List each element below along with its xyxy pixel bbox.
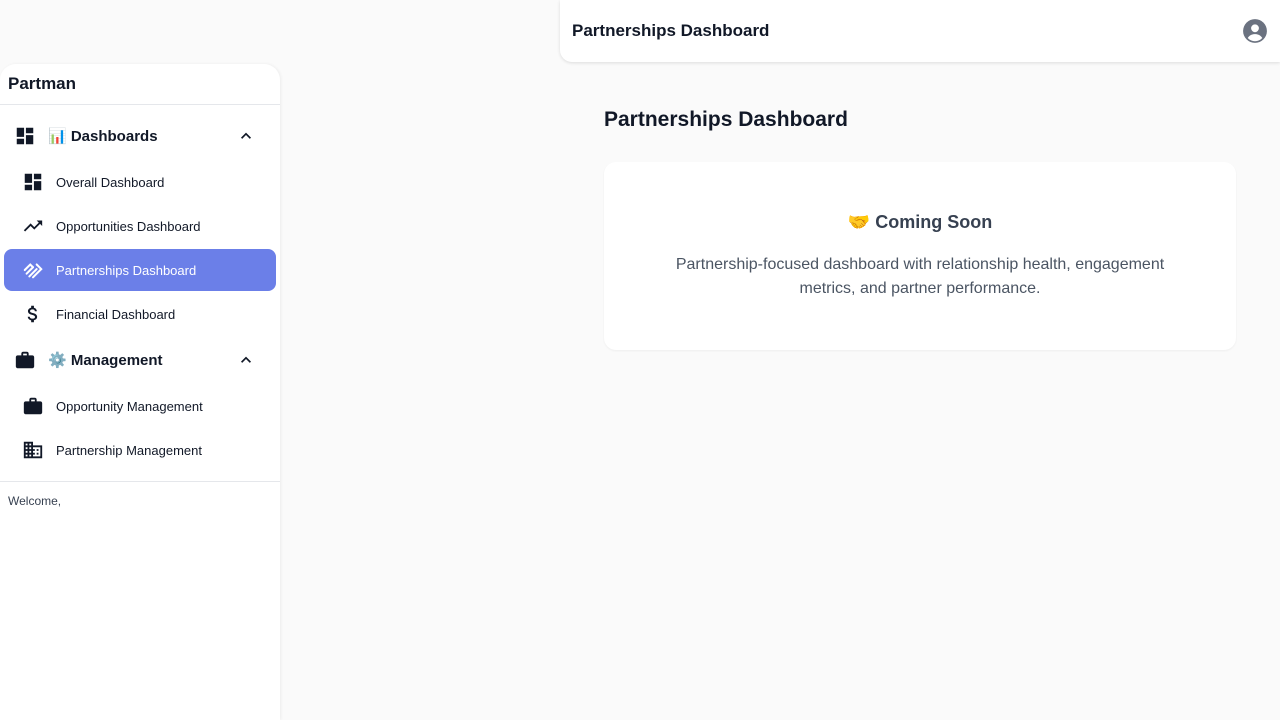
sidebar-nav: 📊 Dashboards Overall Dashboard Opportuni… [0,105,280,481]
dashboard-icon [22,171,44,193]
welcome-text: Welcome, [0,481,280,520]
account-circle-icon [1243,19,1267,43]
building-icon [22,439,44,461]
chevron-up-icon[interactable] [236,350,256,370]
chevron-up-icon[interactable] [236,126,256,146]
app-bar: Partnerships Dashboard [560,0,1280,62]
section-management-label: ⚙️ Management [48,352,163,369]
sidebar-item-label: Partnership Management [56,442,202,458]
sidebar-item-label: Opportunities Dashboard [56,218,201,234]
sidebar-item-financial-dashboard[interactable]: Financial Dashboard [4,293,276,335]
briefcase-icon [22,395,44,417]
page-title: Partnerships Dashboard [604,108,848,131]
trending-up-icon [22,215,44,237]
sidebar-item-partnership-management[interactable]: Partnership Management [4,429,276,471]
dollar-icon [22,303,44,325]
section-dashboards-label: 📊 Dashboards [48,128,158,145]
section-dashboards[interactable]: 📊 Dashboards [4,113,276,159]
sidebar-item-label: Partnerships Dashboard [56,262,197,278]
sidebar-item-partnerships-dashboard[interactable]: Partnerships Dashboard [4,249,276,291]
sidebar-item-label: Opportunity Management [56,398,203,414]
sidebar-item-label: Financial Dashboard [56,306,176,322]
sidebar-item-overall-dashboard[interactable]: Overall Dashboard [4,161,276,203]
sidebar-item-opportunity-management[interactable]: Opportunity Management [4,385,276,427]
app-bar-title: Partnerships Dashboard [572,21,770,40]
briefcase-icon [14,349,36,371]
account-button[interactable] [1242,18,1268,44]
dashboard-icon [14,125,36,147]
brand-name: Partman [0,64,280,105]
sidebar-item-label: Overall Dashboard [56,174,165,190]
coming-soon-card: 🤝 Coming Soon Partnership-focused dashbo… [604,162,1236,350]
card-description: Partnership-focused dashboard with relat… [675,256,1165,297]
sidebar: Partman 📊 Dashboards Overall Dashboard O… [0,64,280,720]
section-management[interactable]: ⚙️ Management [4,337,276,383]
handshake-icon [22,259,44,281]
sidebar-item-opportunities-dashboard[interactable]: Opportunities Dashboard [4,205,276,247]
card-title: 🤝 Coming Soon [847,212,993,232]
